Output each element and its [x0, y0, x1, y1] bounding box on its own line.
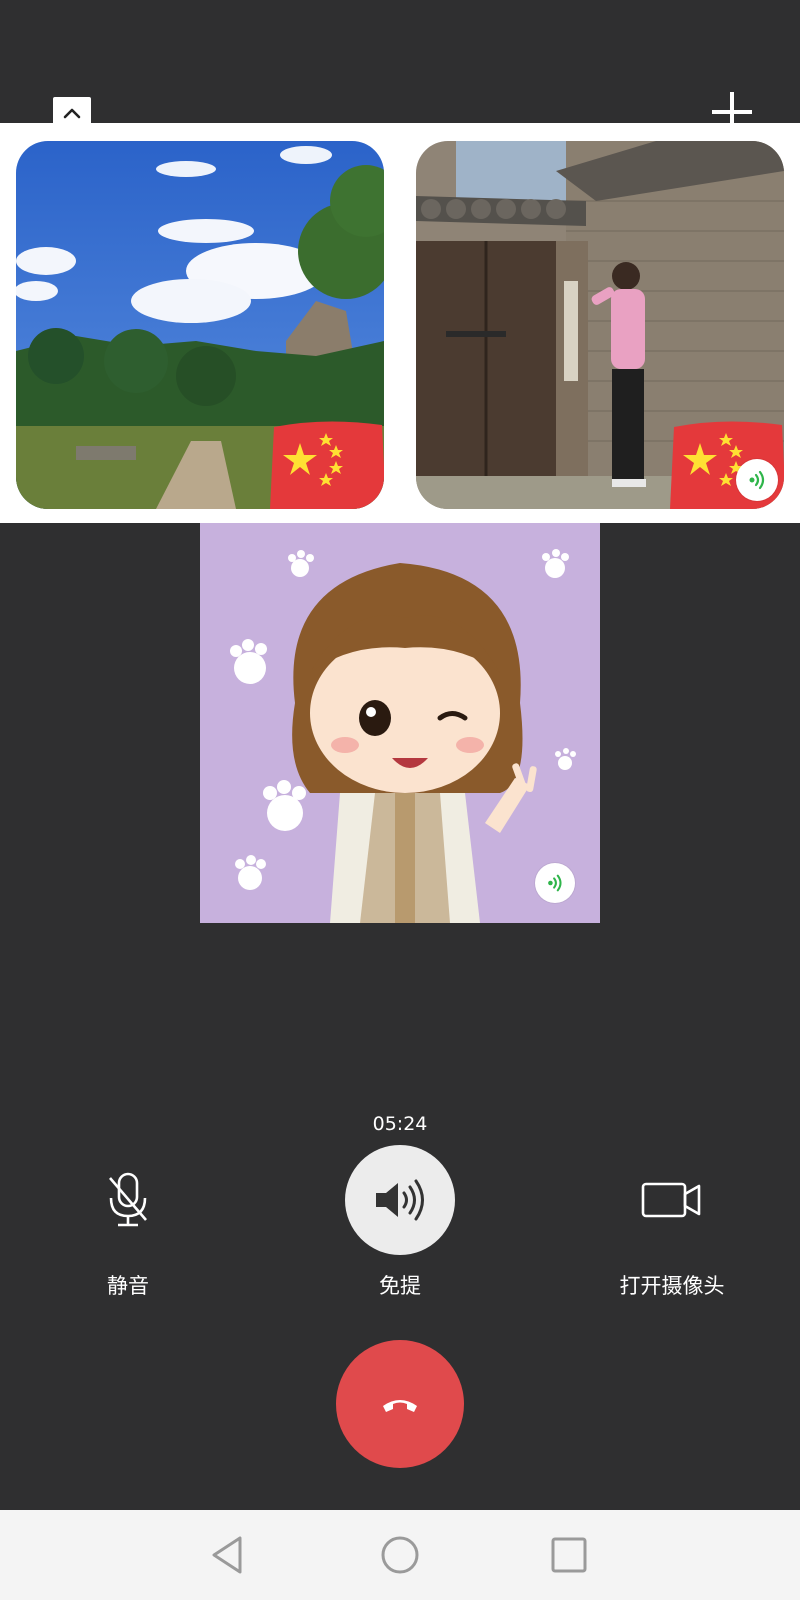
nav-recents-button[interactable]	[546, 1532, 592, 1578]
hangup-button[interactable]	[336, 1340, 464, 1468]
participant-avatar-landscape[interactable]	[16, 141, 384, 509]
mute-label: 静音	[107, 1274, 149, 1298]
participant-avatar-person[interactable]	[416, 141, 784, 509]
circle-home-icon	[381, 1536, 419, 1574]
system-navigation-bar	[0, 1510, 800, 1600]
nav-back-button[interactable]	[206, 1532, 252, 1578]
main-participant-avatar[interactable]	[200, 523, 600, 923]
phone-hangup-icon	[383, 1400, 417, 1412]
camera-button[interactable]	[617, 1145, 727, 1255]
mute-control[interactable]: 静音	[38, 1145, 218, 1300]
speaker-icon	[376, 1179, 424, 1221]
cartoon-girl-avatar-image	[200, 523, 600, 923]
speaker-label: 免提	[379, 1274, 421, 1298]
speaking-indicator	[736, 459, 778, 501]
speaker-button[interactable]	[345, 1145, 455, 1255]
square-recents-icon	[551, 1537, 587, 1573]
triangle-back-icon	[212, 1536, 242, 1574]
chevron-up-icon	[63, 108, 81, 119]
speaking-icon	[749, 470, 765, 490]
microphone-off-icon	[109, 1172, 147, 1227]
mute-button[interactable]	[73, 1145, 183, 1255]
china-flag-icon	[270, 421, 384, 509]
voice-call-screen: 05:24 静音 免提 打开摄像头	[0, 0, 800, 1510]
speaking-indicator	[535, 863, 575, 903]
participant-strip	[0, 123, 800, 523]
camera-label: 打开摄像头	[619, 1274, 725, 1298]
speaking-icon	[548, 874, 562, 892]
speaker-control[interactable]: 免提	[310, 1145, 490, 1300]
camera-control[interactable]: 打开摄像头	[582, 1145, 762, 1300]
nav-home-button[interactable]	[377, 1532, 423, 1578]
call-timer: 05:24	[372, 1113, 428, 1135]
video-camera-icon	[641, 1182, 701, 1218]
